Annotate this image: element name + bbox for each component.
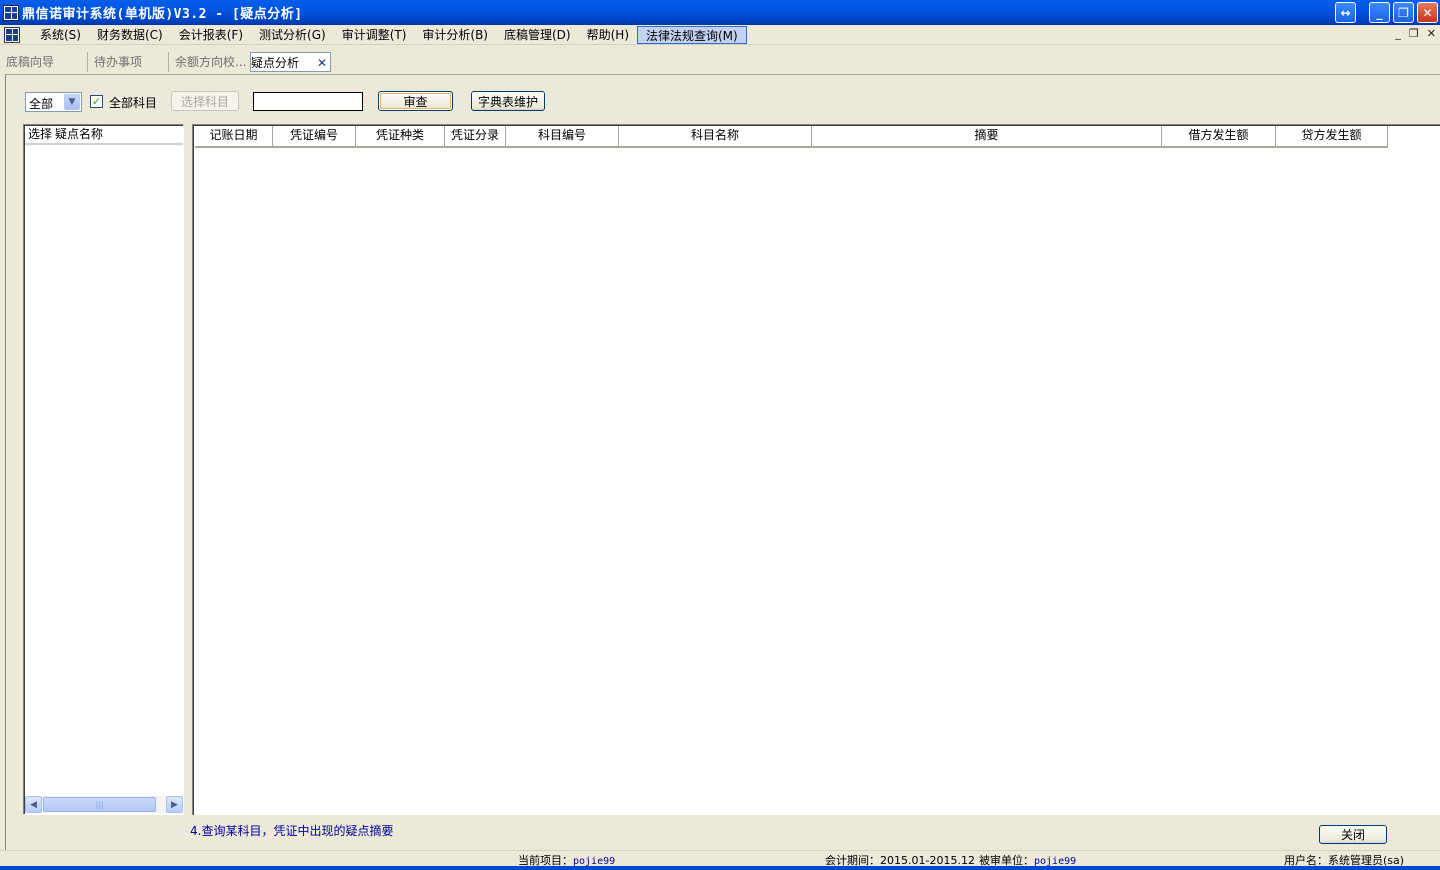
list-header: 选择 疑点名称 [25, 126, 183, 145]
scope-select-value: 全部 [29, 97, 54, 111]
mdi-minimize-button[interactable]: _ [1395, 27, 1401, 40]
column-header-summary[interactable]: 摘要 [812, 126, 1162, 148]
scrollbar-thumb[interactable]: ||| [43, 797, 156, 812]
column-header-voucher-type[interactable]: 凭证种类 [356, 126, 445, 148]
column-header-subject-name[interactable]: 科目名称 [619, 126, 812, 148]
column-header-voucher-number[interactable]: 凭证编号 [273, 126, 356, 148]
all-subjects-label[interactable]: 全部科目 [109, 94, 157, 111]
title-bar: 鼎信诺审计系统(单机版)V3.2 - [疑点分析] ↔ _ ❐ ✕ [0, 0, 1440, 25]
all-subjects-checkbox[interactable]: ✓ [90, 95, 103, 108]
tab-label: 待办事项 [94, 55, 143, 69]
menu-financial-data[interactable]: 财务数据(C) [89, 26, 171, 44]
column-header-debit-amount[interactable]: 借方发生额 [1162, 126, 1276, 148]
menu-help[interactable]: 帮助(H) [579, 26, 637, 44]
menu-audit-analysis[interactable]: 审计分析(B) [414, 26, 496, 44]
tab-workpaper-wizard[interactable]: 底稿向导 [0, 52, 82, 72]
column-header-select[interactable]: 选择 [25, 126, 52, 143]
voucher-grid[interactable]: 记账日期 凭证编号 凭证种类 凭证分录 科目编号 科目名称 摘要 借方发生额 贷… [192, 124, 1440, 815]
grid-header: 记账日期 凭证编号 凭证种类 凭证分录 科目编号 科目名称 摘要 借方发生额 贷… [195, 126, 1388, 148]
hint-text: 4.查询某科目，凭证中出现的疑点摘要 [190, 824, 394, 838]
switch-button[interactable]: ↔ [1335, 2, 1356, 23]
column-header-suspicious-name[interactable]: 疑点名称 [52, 126, 103, 143]
status-bar: 当前项目：pojie99 会计期间：2015.01-2015.12 被审单位：p… [0, 850, 1440, 867]
menu-bar: 系统(S) 财务数据(C) 会计报表(F) 测试分析(G) 审计调整(T) 审计… [0, 25, 1440, 45]
mdi-restore-button[interactable]: ❐ [1409, 27, 1419, 40]
menu-system[interactable]: 系统(S) [32, 26, 89, 44]
menu-audit-adjustment[interactable]: 审计调整(T) [334, 26, 415, 44]
horizontal-scrollbar[interactable]: ◀ ||| ▶ [25, 796, 183, 813]
mdi-document-icon[interactable] [4, 26, 20, 43]
tab-todo[interactable]: 待办事项 [87, 52, 167, 72]
tab-suspicious-analysis[interactable]: 疑点分析 ✕ [250, 52, 331, 72]
scope-select[interactable]: 全部 ▼ [25, 92, 82, 112]
column-header-credit-amount[interactable]: 贷方发生额 [1276, 126, 1388, 148]
column-header-subject-code[interactable]: 科目编号 [506, 126, 619, 148]
tab-balance-check[interactable]: 余额方向校... [168, 52, 248, 72]
search-input[interactable] [253, 92, 363, 111]
app-logo-icon[interactable] [3, 4, 19, 21]
close-icon[interactable]: ✕ [317, 53, 327, 71]
menu-accounting-reports[interactable]: 会计报表(F) [171, 26, 251, 44]
column-header-voucher-entry[interactable]: 凭证分录 [445, 126, 506, 148]
column-header-posting-date[interactable]: 记账日期 [195, 126, 273, 148]
tab-label: 疑点分析 [251, 56, 300, 70]
arrow-left-icon[interactable]: ◀ [25, 796, 42, 813]
arrow-right-icon[interactable]: ▶ [166, 796, 183, 813]
mdi-close-button[interactable]: ✕ [1427, 27, 1436, 40]
document-tabs: 底稿向导 待办事项 余额方向校... 疑点分析 ✕ [0, 50, 1440, 74]
restore-button[interactable]: ❐ [1393, 2, 1414, 23]
minimize-button[interactable]: _ [1369, 2, 1390, 23]
close-window-button[interactable]: ✕ [1417, 2, 1438, 23]
tab-label: 底稿向导 [6, 55, 55, 69]
check-icon: ✓ [91, 95, 102, 108]
select-subject-button[interactable]: 选择科目 [171, 91, 239, 111]
review-button[interactable]: 审查 [378, 91, 453, 111]
close-button[interactable]: 关闭 [1319, 825, 1387, 844]
menu-workpaper-management[interactable]: 底稿管理(D) [496, 26, 579, 44]
menu-law-query[interactable]: 法律法规查询(M) [637, 25, 747, 44]
chevron-down-icon[interactable]: ▼ [64, 94, 80, 110]
suspicious-items-list[interactable]: 选择 疑点名称 ◀ ||| ▶ [23, 124, 184, 815]
menu-test-analysis[interactable]: 测试分析(G) [251, 26, 334, 44]
dictionary-maintenance-button[interactable]: 字典表维护 [471, 91, 545, 111]
taskbar-edge [0, 866, 1440, 870]
window-title: 鼎信诺审计系统(单机版)V3.2 - [疑点分析] [22, 7, 303, 22]
tab-label: 余额方向校... [175, 55, 247, 69]
